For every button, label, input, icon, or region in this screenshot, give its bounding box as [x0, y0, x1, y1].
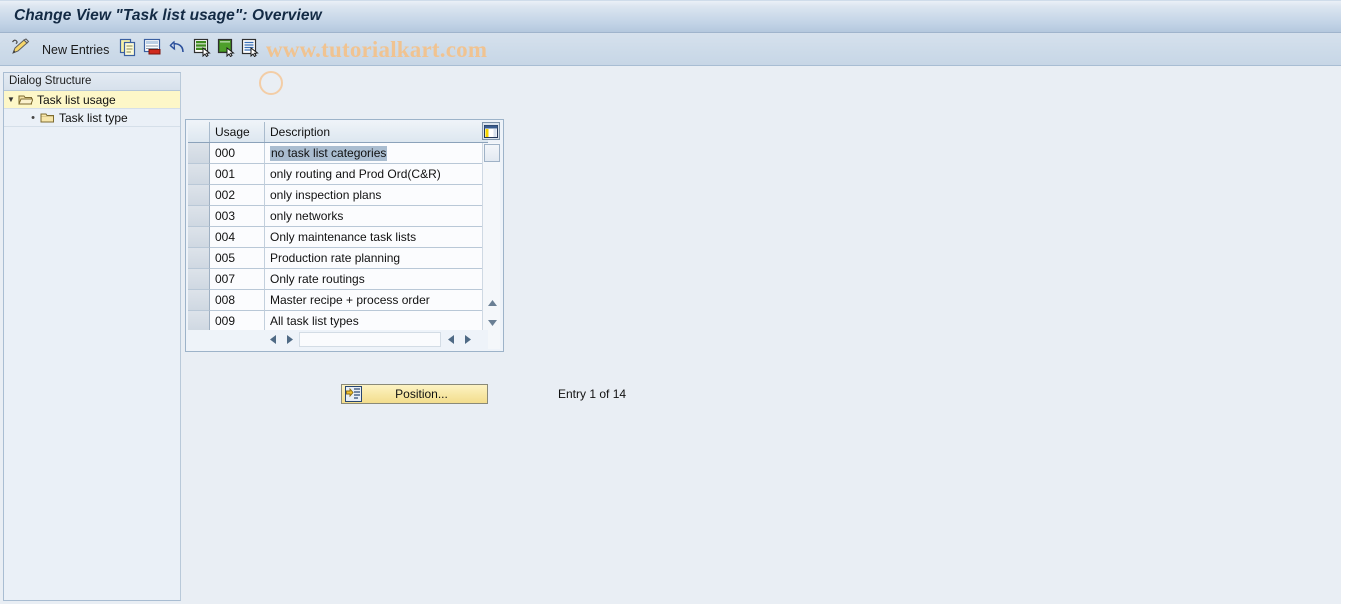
scroll-page-left-icon[interactable]: [442, 331, 459, 348]
cell-usage[interactable]: 001: [210, 164, 265, 185]
cell-description[interactable]: only routing and Prod Ord(C&R): [265, 164, 488, 185]
undo-button[interactable]: [166, 33, 188, 66]
position-button[interactable]: Position...: [341, 384, 488, 404]
deselect-all-button[interactable]: [216, 33, 236, 66]
sidebar-item-task-list-type[interactable]: • Task list type: [4, 109, 180, 127]
row-select-cell[interactable]: [188, 269, 210, 290]
watermark-text: www.tutorialkart.com: [266, 36, 488, 62]
window-right-margin: [1341, 0, 1342, 604]
sidebar-item-label: Task list usage: [37, 92, 116, 107]
selected-text: no task list categories: [270, 145, 388, 161]
row-select-cell[interactable]: [188, 227, 210, 248]
cell-description[interactable]: Production rate planning: [265, 248, 488, 269]
cell-description[interactable]: Only rate routings: [265, 269, 488, 290]
table-row[interactable]: 002 only inspection plans: [188, 185, 488, 206]
watermark-circle-icon: [259, 71, 283, 95]
sidebar-item-label: Task list type: [59, 110, 128, 125]
cell-usage[interactable]: 004: [210, 227, 265, 248]
delete-button[interactable]: [142, 33, 162, 66]
display-change-button[interactable]: [9, 33, 31, 66]
scroll-page-right-icon[interactable]: [459, 331, 476, 348]
application-toolbar: New Entries: [0, 33, 1342, 95]
new-entries-button[interactable]: New Entries: [42, 33, 109, 66]
table-vertical-scrollbar[interactable]: [482, 143, 500, 349]
window-title-bar: Change View "Task list usage": Overview: [0, 0, 1342, 33]
cell-usage[interactable]: 005: [210, 248, 265, 269]
dialog-structure-header: Dialog Structure: [4, 73, 180, 91]
column-header-usage[interactable]: Usage: [210, 122, 265, 142]
copy-as-button[interactable]: [118, 33, 138, 66]
table-row[interactable]: 008 Master recipe + process order: [188, 290, 488, 311]
table-row[interactable]: 005 Production rate planning: [188, 248, 488, 269]
expand-triangle-icon[interactable]: ▼: [4, 95, 18, 104]
new-entries-label: New Entries: [42, 42, 110, 57]
cell-description[interactable]: only networks: [265, 206, 488, 227]
select-all-button[interactable]: [192, 33, 212, 66]
cell-description[interactable]: no task list categories: [265, 143, 488, 164]
row-select-cell[interactable]: [188, 164, 210, 185]
folder-icon: [40, 111, 55, 124]
cell-description[interactable]: Only maintenance task lists: [265, 227, 488, 248]
pencil-icon: [9, 37, 31, 62]
copy-icon: [118, 37, 138, 62]
table-row[interactable]: 001 only routing and Prod Ord(C&R): [188, 164, 488, 185]
cell-usage[interactable]: 000: [210, 143, 265, 164]
undo-icon: [166, 37, 188, 62]
table-row[interactable]: 007 Only rate routings: [188, 269, 488, 290]
cell-usage[interactable]: 008: [210, 290, 265, 311]
row-select-header-cell[interactable]: [188, 122, 210, 142]
sidebar-item-task-list-usage[interactable]: ▼ Task list usage: [4, 91, 180, 109]
table-settings-icon[interactable]: [482, 122, 500, 140]
details-icon: [240, 37, 260, 62]
cell-description[interactable]: only inspection plans: [265, 185, 488, 206]
table-grid: Usage Description 000 no task list categ…: [188, 122, 488, 332]
scroll-left-icon[interactable]: [264, 331, 281, 348]
position-icon: [345, 386, 362, 402]
task-list-usage-table: Usage Description 000 no task list categ…: [185, 119, 504, 352]
scrollbar-thumb[interactable]: [484, 144, 500, 162]
column-header-description[interactable]: Description: [265, 122, 488, 142]
cell-usage[interactable]: 002: [210, 185, 265, 206]
row-select-cell[interactable]: [188, 206, 210, 227]
table-row[interactable]: 000 no task list categories: [188, 143, 488, 164]
row-select-cell[interactable]: [188, 143, 210, 164]
position-button-label: Position...: [395, 387, 448, 401]
table-row[interactable]: 003 only networks: [188, 206, 488, 227]
sap-gui-window: Change View "Task list usage": Overview …: [0, 0, 1342, 604]
page-title: Change View "Task list usage": Overview: [14, 7, 322, 24]
cell-description[interactable]: Master recipe + process order: [265, 290, 488, 311]
select-all-icon: [192, 37, 212, 62]
open-folder-icon: [18, 93, 33, 106]
table-row[interactable]: 009 All task list types: [188, 311, 488, 332]
horizontal-scroll-track[interactable]: [299, 332, 441, 347]
table-row[interactable]: 004 Only maintenance task lists: [188, 227, 488, 248]
scroll-up-icon[interactable]: [484, 295, 500, 310]
cell-usage[interactable]: 009: [210, 311, 265, 332]
delete-row-icon: [142, 37, 162, 62]
scroll-down-icon[interactable]: [484, 315, 500, 330]
cell-description[interactable]: All task list types: [265, 311, 488, 332]
table-horizontal-scrollbar[interactable]: [188, 330, 488, 349]
row-select-cell[interactable]: [188, 290, 210, 311]
table-header-row: Usage Description: [188, 122, 488, 143]
cell-usage[interactable]: 003: [210, 206, 265, 227]
details-button[interactable]: [240, 33, 260, 66]
row-select-cell[interactable]: [188, 311, 210, 332]
row-select-cell[interactable]: [188, 185, 210, 206]
cell-usage[interactable]: 007: [210, 269, 265, 290]
entry-counter: Entry 1 of 14: [558, 387, 627, 401]
deselect-all-icon: [216, 37, 236, 62]
row-select-cell[interactable]: [188, 248, 210, 269]
scroll-right-icon[interactable]: [281, 331, 298, 348]
dialog-structure-panel: Dialog Structure ▼ Task list usage • Tas…: [3, 72, 181, 601]
